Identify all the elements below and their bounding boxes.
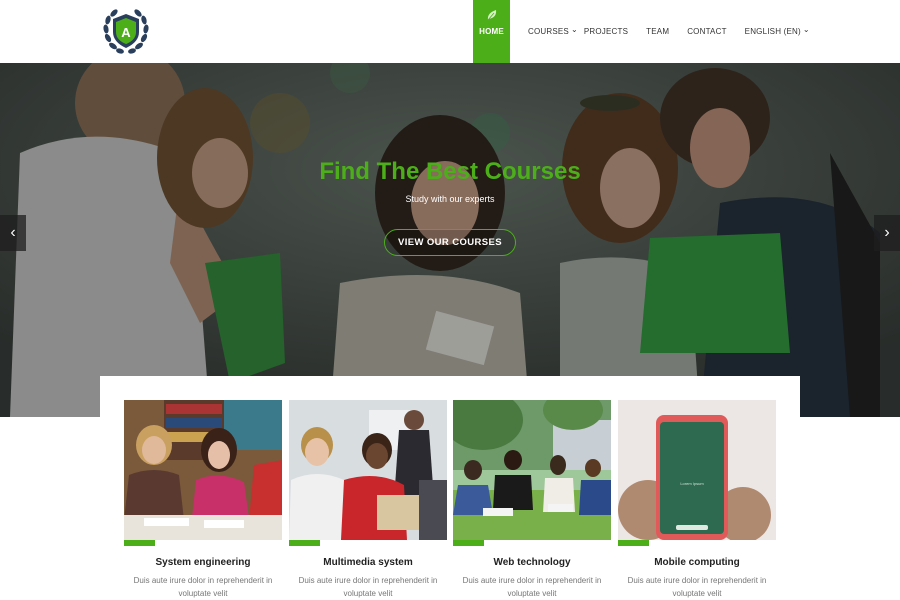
nav-label-home: HOME (479, 27, 504, 36)
course-image (124, 400, 282, 540)
leaf-icon (487, 10, 497, 21)
logo-emblem[interactable]: A (99, 4, 153, 58)
hero-title: Find The Best Courses (319, 158, 581, 185)
site-header: A HOME COURSES ⌄ PROJECTS TEAM CONTACT E… (0, 0, 900, 63)
course-card[interactable]: Web technology Duis aute irure dolor in … (453, 400, 611, 600)
chevron-down-icon: ⌄ (802, 25, 810, 34)
slider-next-button[interactable]: › (874, 215, 900, 251)
svg-text:Lorem Ipsum: Lorem Ipsum (680, 481, 704, 486)
course-description: Duis aute irure dolor in reprehenderit i… (298, 576, 438, 598)
nav-item-team[interactable]: TEAM (637, 0, 678, 63)
course-title[interactable]: System engineering (124, 557, 282, 568)
chevron-left-icon: ‹ (10, 224, 16, 241)
course-image (289, 400, 447, 540)
course-title[interactable]: Mobile computing (618, 557, 776, 568)
nav-label-language: ENGLISH (EN) (744, 27, 801, 36)
course-card[interactable]: Multimedia system Duis aute irure dolor … (289, 400, 447, 600)
hero-slider: Find The Best Courses Study with our exp… (0, 63, 900, 417)
hero-subtitle: Study with our experts (405, 194, 495, 204)
course-card[interactable]: Lorem Ipsum Mobile computing Duis aute i… (618, 400, 776, 600)
nav-label-projects: PROJECTS (583, 27, 629, 36)
course-title[interactable]: Multimedia system (289, 557, 447, 568)
nav-item-projects[interactable]: PROJECTS (580, 0, 637, 63)
nav-item-language[interactable]: ENGLISH (EN) ⌄ (736, 0, 819, 63)
main-nav: HOME COURSES ⌄ PROJECTS TEAM CONTACT ENG… (473, 0, 819, 63)
chevron-right-icon: › (884, 224, 890, 241)
course-description: Duis aute irure dolor in reprehenderit i… (462, 576, 602, 598)
nav-item-home[interactable]: HOME (473, 0, 510, 63)
nav-item-courses[interactable]: COURSES ⌄ (510, 0, 580, 63)
course-image: Lorem Ipsum (618, 400, 776, 540)
course-description: Duis aute irure dolor in reprehenderit i… (133, 576, 273, 598)
course-title[interactable]: Web technology (453, 557, 611, 568)
course-card[interactable]: System engineering Duis aute irure dolor… (124, 400, 282, 600)
accent-bar (124, 540, 155, 546)
chevron-down-icon: ⌄ (570, 25, 578, 34)
nav-item-contact[interactable]: CONTACT (678, 0, 735, 63)
course-image (453, 400, 611, 540)
accent-bar (453, 540, 484, 546)
nav-label-team: TEAM (646, 27, 670, 36)
view-courses-button[interactable]: VIEW OUR COURSES (384, 229, 516, 256)
slider-prev-button[interactable]: ‹ (0, 215, 26, 251)
course-description: Duis aute irure dolor in reprehenderit i… (627, 576, 767, 598)
accent-bar (618, 540, 649, 546)
nav-label-courses: COURSES (528, 27, 569, 36)
svg-text:A: A (121, 25, 131, 40)
nav-label-contact: CONTACT (687, 27, 727, 36)
accent-bar (289, 540, 320, 546)
